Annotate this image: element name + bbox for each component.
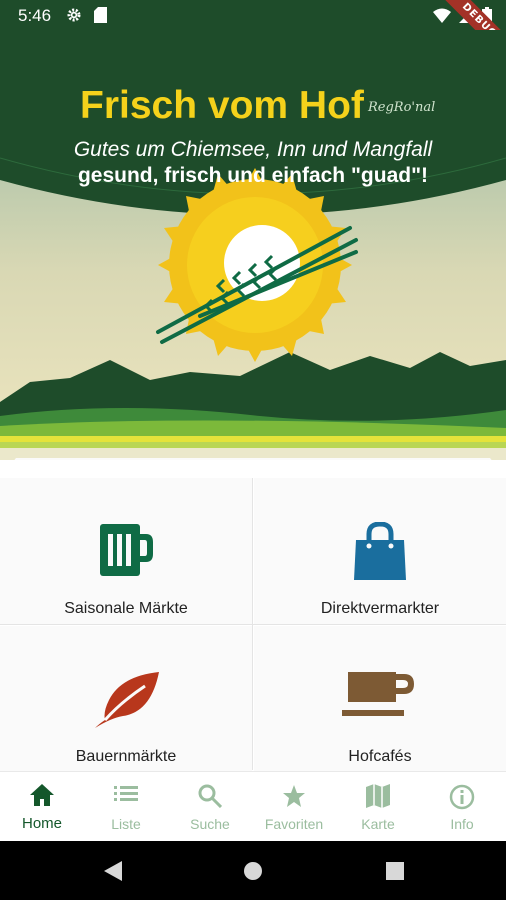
home-circle-icon[interactable] — [243, 861, 263, 881]
search-icon — [198, 784, 222, 808]
nav-label: Suche — [190, 816, 230, 832]
nav-label: Karte — [361, 816, 395, 832]
menu-grid: Saisonale Märkte Direktvermarkter Bauern… — [0, 460, 506, 772]
leaf-icon — [95, 672, 159, 728]
nav-liste[interactable]: Liste — [84, 772, 168, 842]
back-icon[interactable] — [104, 861, 122, 881]
nav-karte[interactable]: Karte — [336, 772, 420, 842]
brand-subtitle: RegRo'nal — [368, 100, 436, 115]
info-icon — [449, 784, 475, 810]
nav-suche[interactable]: Suche — [168, 772, 252, 842]
home-icon — [30, 784, 54, 806]
star-icon — [283, 785, 305, 807]
tagline-slogan: gesund, frisch und einfach "guad"! — [77, 164, 429, 187]
nav-label: Home — [21, 815, 62, 832]
coffee-cup-icon — [342, 672, 414, 716]
status-bar: 5:46 DEBUG — [0, 0, 506, 67]
nav-favoriten[interactable]: Favoriten — [252, 772, 336, 842]
list-icon — [114, 786, 138, 801]
nav-label: Favoriten — [264, 816, 324, 832]
nav-info[interactable]: Info — [420, 772, 504, 842]
tile-label: Direktvermarkter — [320, 600, 440, 617]
tile-bauernmaerkte[interactable]: Bauernmärkte — [0, 626, 252, 772]
tile-label: Saisonale Märkte — [64, 600, 188, 617]
app-title: Frisch vom Hof — [80, 84, 364, 127]
bottom-navigation: Home Liste Suche Favoriten Karte Info — [0, 771, 506, 842]
hero-banner: Frisch vom Hof RegRo'nal Gutes um Chiems… — [0, 30, 506, 470]
nav-label: Liste — [111, 816, 141, 832]
beer-mug-icon — [100, 524, 153, 576]
tile-saisonale-maerkte[interactable]: Saisonale Märkte — [0, 478, 252, 624]
nav-label: Info — [450, 816, 474, 832]
shopping-bag-icon — [354, 522, 406, 580]
status-icons-left — [66, 7, 107, 23]
tile-hofcafes[interactable]: Hofcafés — [254, 626, 506, 772]
tagline-region: Gutes um Chiemsee, Inn und Mangfall — [73, 138, 433, 161]
grid-divider-horizontal — [0, 624, 506, 625]
tile-label: Bauernmärkte — [75, 748, 177, 765]
gear-icon — [67, 8, 81, 22]
status-time: 5:46 — [18, 6, 52, 25]
tile-label: Hofcafés — [348, 748, 412, 765]
recents-icon[interactable] — [386, 862, 404, 880]
sd-card-icon — [94, 7, 107, 23]
nav-home[interactable]: Home — [0, 772, 84, 842]
wifi-icon — [433, 8, 451, 23]
system-navigation-bar — [0, 841, 506, 900]
tile-direktvermarkter[interactable]: Direktvermarkter — [254, 478, 506, 624]
map-icon — [366, 784, 390, 808]
